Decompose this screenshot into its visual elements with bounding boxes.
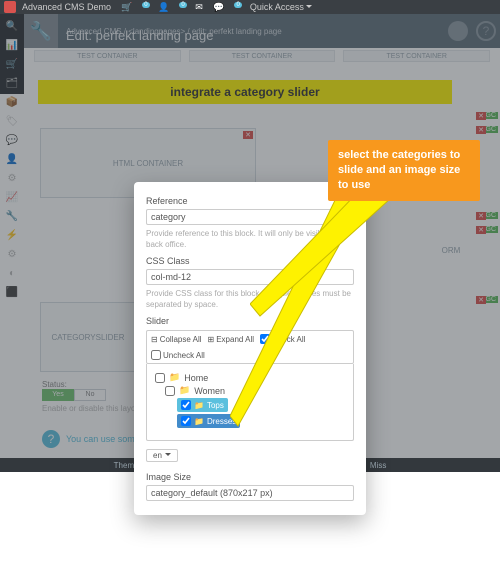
app-logo [4,1,16,13]
tree-label: Home [184,373,208,383]
status-yes-toggle[interactable]: Yes [42,389,74,401]
sidebar-item[interactable]: 🏷 [5,115,19,129]
sidebar-item[interactable]: 📦 [5,96,19,110]
sidebar-item[interactable]: 🗂 [5,77,19,91]
annotation-callout: select the categories to slide and an im… [328,140,480,201]
close-icon[interactable]: ✕ [476,126,486,134]
orm-label: ORM [430,242,472,258]
sidebar-item[interactable]: ⚙ [5,248,19,262]
help-icon[interactable]: ? [476,21,496,41]
sidebar-item[interactable]: 📊 [5,39,19,53]
user-icon[interactable]: 👤0 [158,2,185,12]
status-section: Status: YesNo Enable or disable this lay… [42,380,144,413]
cart-icon[interactable]: 🛒0 [121,2,148,12]
uncheck-all-checkbox[interactable] [151,350,161,360]
tip-text: You can use some [66,434,140,444]
left-sidebar: 🔍 📊 🛒 🗂 📦 🏷 💬 👤 ⚙ 📈 🔧 ⚡ ⚙ ◐ ⬛ [0,14,24,94]
instruction-banner: integrate a category slider [38,80,452,104]
sidebar-item[interactable]: 🔧 [5,210,19,224]
sidebar-item[interactable]: 🛒 [5,58,19,72]
close-icon[interactable]: ✕ [476,212,486,220]
block-label: HTML CONTAINER [113,159,183,168]
block-label: CATEGORYSLIDER [51,333,124,342]
wrench-icon: 🔧 [24,14,58,48]
tree-label: Women [194,386,225,396]
close-icon[interactable]: ✕ [243,131,253,139]
tree-label: Tops [207,401,224,410]
sidebar-item[interactable]: 📈 [5,191,19,205]
dresses-checkbox[interactable] [181,416,191,426]
tops-checkbox[interactable] [181,400,191,410]
sidebar-item[interactable]: ⚡ [5,229,19,243]
home-checkbox[interactable] [155,373,165,383]
status-no-toggle[interactable]: No [74,389,106,401]
info-icon: ? [42,430,60,448]
close-icon[interactable]: ✕ [476,112,486,120]
top-bar: Advanced CMS Demo 🛒0 👤0 ✉ 💬0 Quick Acces… [0,0,500,14]
status-hint: Enable or disable this layout. [42,404,144,413]
image-size-label: Image Size [146,472,354,482]
sidebar-item[interactable]: ⚙ [5,172,19,186]
status-label: Status: [42,380,144,389]
tip-line: ? You can use some [42,430,140,448]
uncheck-all-button[interactable]: Uncheck All [151,350,205,360]
folder-icon: 📁 [179,385,190,396]
quick-access-menu[interactable]: Quick Access [250,2,312,12]
sidebar-item[interactable]: 👤 [5,153,19,167]
language-dropdown[interactable]: en [146,449,178,462]
annotation-arrow [250,190,420,320]
close-icon[interactable]: ✕ [476,226,486,234]
close-icon[interactable]: ✕ [476,296,486,304]
topbar-icons: 🛒0 👤0 ✉ 💬0 [117,2,244,13]
page-title: Edit: perfekt landing page [66,28,213,43]
chat-icon[interactable]: 💬0 [213,2,240,12]
footer-item[interactable]: Miss [370,461,386,470]
collapse-all-button[interactable]: ⊟ Collapse All [151,335,202,344]
women-checkbox[interactable] [165,386,175,396]
sidebar-search-icon[interactable]: 🔍 [5,20,19,34]
mail-icon[interactable]: ✉ [195,2,203,12]
page-header: 🔧 Advanced CMS / <landingpages> / edit: … [24,14,500,48]
sidebar-item[interactable]: ⬛ [5,286,19,300]
sidebar-item[interactable]: ◐ [5,267,19,281]
chip-selected[interactable]: 📁 Tops [177,398,228,412]
folder-icon: 📁 [169,372,180,383]
avatar[interactable] [448,21,468,41]
sidebar-item[interactable]: 💬 [5,134,19,148]
image-size-select[interactable] [146,485,354,501]
categoryslider-block[interactable]: CATEGORYSLIDER [40,302,136,372]
app-title: Advanced CMS Demo [22,2,111,12]
